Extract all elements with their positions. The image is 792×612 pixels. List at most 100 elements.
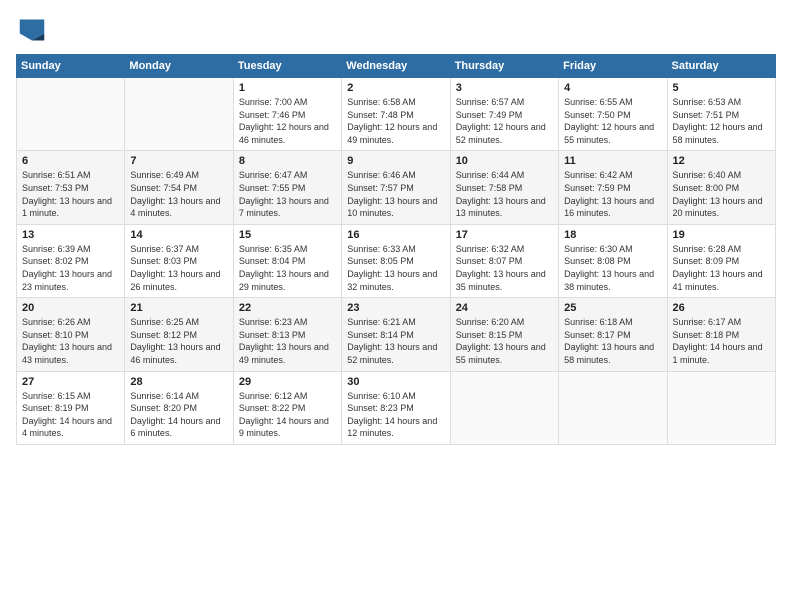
calendar-cell: 27 Sunrise: 6:15 AM Sunset: 8:19 PM Dayli…: [17, 371, 125, 444]
day-info: Sunrise: 6:10 AM Sunset: 8:23 PM Dayligh…: [347, 390, 444, 440]
calendar-cell: 5 Sunrise: 6:53 AM Sunset: 7:51 PM Daylig…: [667, 78, 775, 151]
day-number: 3: [456, 82, 553, 94]
day-number: 18: [564, 229, 661, 241]
day-number: 24: [456, 302, 553, 314]
calendar-cell: 30 Sunrise: 6:10 AM Sunset: 8:23 PM Dayli…: [342, 371, 450, 444]
day-info: Sunrise: 6:21 AM Sunset: 8:14 PM Dayligh…: [347, 316, 444, 366]
calendar-table: SundayMondayTuesdayWednesdayThursdayFrid…: [16, 54, 776, 445]
logo: [16, 16, 52, 44]
day-number: 13: [22, 229, 119, 241]
day-number: 4: [564, 82, 661, 94]
header: [16, 16, 776, 44]
calendar-cell: 1Sunrise: 7:00 AM Sunset: 7:46 PM Daylig…: [233, 78, 341, 151]
day-info: Sunrise: 6:30 AM Sunset: 8:08 PM Dayligh…: [564, 243, 661, 293]
calendar-cell: 17Sunrise: 6:32 AM Sunset: 8:07 PM Dayli…: [450, 224, 558, 297]
day-number: 9: [347, 155, 444, 167]
day-number: 25: [564, 302, 661, 314]
day-info: Sunrise: 6:12 AM Sunset: 8:22 PM Dayligh…: [239, 390, 336, 440]
day-info: Sunrise: 6:37 AM Sunset: 8:03 PM Dayligh…: [130, 243, 227, 293]
calendar-cell: 23Sunrise: 6:21 AM Sunset: 8:14 PM Dayli…: [342, 298, 450, 371]
day-number: 20: [22, 302, 119, 314]
logo-icon: [16, 16, 48, 44]
calendar-cell: 8 Sunrise: 6:47 AM Sunset: 7:55 PM Daylig…: [233, 151, 341, 224]
day-info: Sunrise: 6:42 AM Sunset: 7:59 PM Dayligh…: [564, 169, 661, 219]
day-number: 11: [564, 155, 661, 167]
day-info: Sunrise: 6:20 AM Sunset: 8:15 PM Dayligh…: [456, 316, 553, 366]
day-number: 10: [456, 155, 553, 167]
calendar-cell: [559, 371, 667, 444]
week-row-2: 6 Sunrise: 6:51 AM Sunset: 7:53 PM Daylig…: [17, 151, 776, 224]
calendar-cell: 26 Sunrise: 6:17 AM Sunset: 8:18 PM Dayli…: [667, 298, 775, 371]
weekday-header-row: SundayMondayTuesdayWednesdayThursdayFrid…: [17, 55, 776, 78]
day-info: Sunrise: 6:44 AM Sunset: 7:58 PM Dayligh…: [456, 169, 553, 219]
day-number: 16: [347, 229, 444, 241]
weekday-header-friday: Friday: [559, 55, 667, 78]
week-row-4: 20 Sunrise: 6:26 AM Sunset: 8:10 PM Dayli…: [17, 298, 776, 371]
day-number: 14: [130, 229, 227, 241]
day-info: Sunrise: 6:55 AM Sunset: 7:50 PM Dayligh…: [564, 96, 661, 146]
day-info: Sunrise: 6:35 AM Sunset: 8:04 PM Dayligh…: [239, 243, 336, 293]
calendar-cell: 25 Sunrise: 6:18 AM Sunset: 8:17 PM Dayli…: [559, 298, 667, 371]
day-number: 28: [130, 376, 227, 388]
day-info: Sunrise: 6:57 AM Sunset: 7:49 PM Dayligh…: [456, 96, 553, 146]
calendar-header: SundayMondayTuesdayWednesdayThursdayFrid…: [17, 55, 776, 78]
day-info: Sunrise: 6:58 AM Sunset: 7:48 PM Dayligh…: [347, 96, 444, 146]
calendar-cell: 3 Sunrise: 6:57 AM Sunset: 7:49 PM Daylig…: [450, 78, 558, 151]
day-info: Sunrise: 6:28 AM Sunset: 8:09 PM Dayligh…: [673, 243, 770, 293]
day-info: Sunrise: 6:32 AM Sunset: 8:07 PM Dayligh…: [456, 243, 553, 293]
page: SundayMondayTuesdayWednesdayThursdayFrid…: [0, 0, 792, 612]
calendar-cell: 14 Sunrise: 6:37 AM Sunset: 8:03 PM Dayli…: [125, 224, 233, 297]
day-number: 29: [239, 376, 336, 388]
day-info: Sunrise: 6:47 AM Sunset: 7:55 PM Dayligh…: [239, 169, 336, 219]
calendar-cell: 29 Sunrise: 6:12 AM Sunset: 8:22 PM Dayli…: [233, 371, 341, 444]
day-info: Sunrise: 6:25 AM Sunset: 8:12 PM Dayligh…: [130, 316, 227, 366]
weekday-header-wednesday: Wednesday: [342, 55, 450, 78]
calendar-cell: 12 Sunrise: 6:40 AM Sunset: 8:00 PM Dayli…: [667, 151, 775, 224]
day-info: Sunrise: 6:40 AM Sunset: 8:00 PM Dayligh…: [673, 169, 770, 219]
calendar-cell: 21 Sunrise: 6:25 AM Sunset: 8:12 PM Dayli…: [125, 298, 233, 371]
calendar-cell: 22 Sunrise: 6:23 AM Sunset: 8:13 PM Dayli…: [233, 298, 341, 371]
calendar-cell: [667, 371, 775, 444]
day-info: Sunrise: 6:51 AM Sunset: 7:53 PM Dayligh…: [22, 169, 119, 219]
day-number: 19: [673, 229, 770, 241]
calendar-cell: [450, 371, 558, 444]
weekday-header-tuesday: Tuesday: [233, 55, 341, 78]
day-number: 6: [22, 155, 119, 167]
day-info: Sunrise: 6:17 AM Sunset: 8:18 PM Dayligh…: [673, 316, 770, 366]
day-number: 12: [673, 155, 770, 167]
calendar-cell: 4 Sunrise: 6:55 AM Sunset: 7:50 PM Daylig…: [559, 78, 667, 151]
day-number: 2: [347, 82, 444, 94]
weekday-header-monday: Monday: [125, 55, 233, 78]
day-info: Sunrise: 6:15 AM Sunset: 8:19 PM Dayligh…: [22, 390, 119, 440]
weekday-header-sunday: Sunday: [17, 55, 125, 78]
calendar-cell: 2 Sunrise: 6:58 AM Sunset: 7:48 PM Daylig…: [342, 78, 450, 151]
week-row-1: 1Sunrise: 7:00 AM Sunset: 7:46 PM Daylig…: [17, 78, 776, 151]
weekday-header-saturday: Saturday: [667, 55, 775, 78]
calendar-cell: 11 Sunrise: 6:42 AM Sunset: 7:59 PM Dayli…: [559, 151, 667, 224]
calendar-cell: 7 Sunrise: 6:49 AM Sunset: 7:54 PM Daylig…: [125, 151, 233, 224]
day-number: 21: [130, 302, 227, 314]
day-info: Sunrise: 6:49 AM Sunset: 7:54 PM Dayligh…: [130, 169, 227, 219]
calendar-cell: 28Sunrise: 6:14 AM Sunset: 8:20 PM Dayli…: [125, 371, 233, 444]
calendar-cell: 16 Sunrise: 6:33 AM Sunset: 8:05 PM Dayli…: [342, 224, 450, 297]
day-info: Sunrise: 6:46 AM Sunset: 7:57 PM Dayligh…: [347, 169, 444, 219]
day-info: Sunrise: 6:18 AM Sunset: 8:17 PM Dayligh…: [564, 316, 661, 366]
day-info: Sunrise: 6:23 AM Sunset: 8:13 PM Dayligh…: [239, 316, 336, 366]
day-number: 27: [22, 376, 119, 388]
day-number: 26: [673, 302, 770, 314]
day-number: 7: [130, 155, 227, 167]
day-number: 5: [673, 82, 770, 94]
calendar-cell: 13 Sunrise: 6:39 AM Sunset: 8:02 PM Dayli…: [17, 224, 125, 297]
calendar-cell: [17, 78, 125, 151]
calendar-cell: 9 Sunrise: 6:46 AM Sunset: 7:57 PM Daylig…: [342, 151, 450, 224]
calendar-body: 1Sunrise: 7:00 AM Sunset: 7:46 PM Daylig…: [17, 78, 776, 445]
day-info: Sunrise: 6:26 AM Sunset: 8:10 PM Dayligh…: [22, 316, 119, 366]
day-info: Sunrise: 6:39 AM Sunset: 8:02 PM Dayligh…: [22, 243, 119, 293]
day-number: 22: [239, 302, 336, 314]
calendar-cell: 15 Sunrise: 6:35 AM Sunset: 8:04 PM Dayli…: [233, 224, 341, 297]
day-number: 8: [239, 155, 336, 167]
day-info: Sunrise: 6:53 AM Sunset: 7:51 PM Dayligh…: [673, 96, 770, 146]
day-number: 15: [239, 229, 336, 241]
day-info: Sunrise: 6:33 AM Sunset: 8:05 PM Dayligh…: [347, 243, 444, 293]
day-number: 30: [347, 376, 444, 388]
